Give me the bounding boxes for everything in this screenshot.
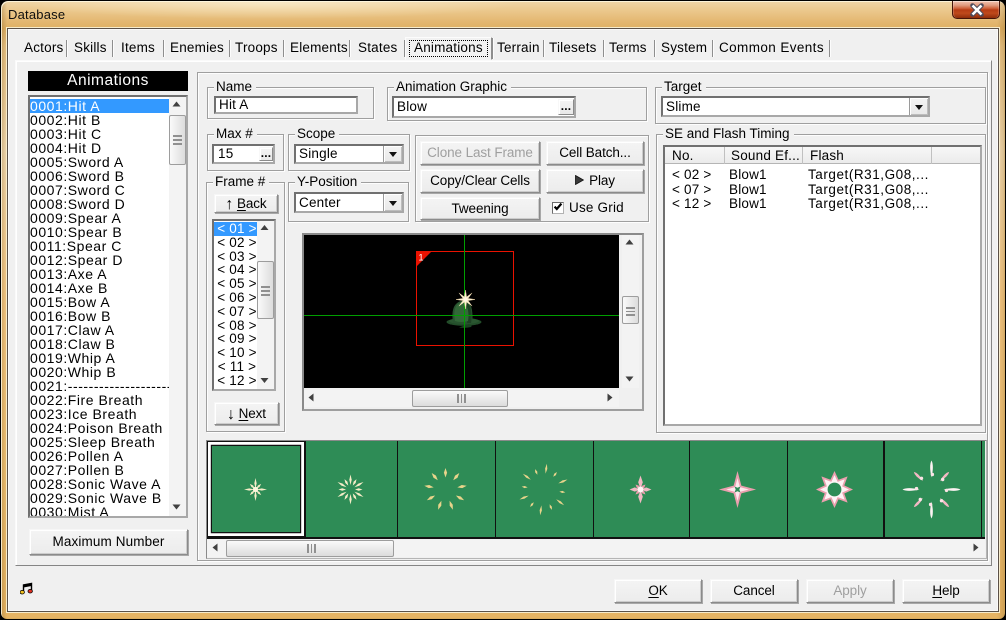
svg-text:1: 1 (418, 252, 423, 262)
